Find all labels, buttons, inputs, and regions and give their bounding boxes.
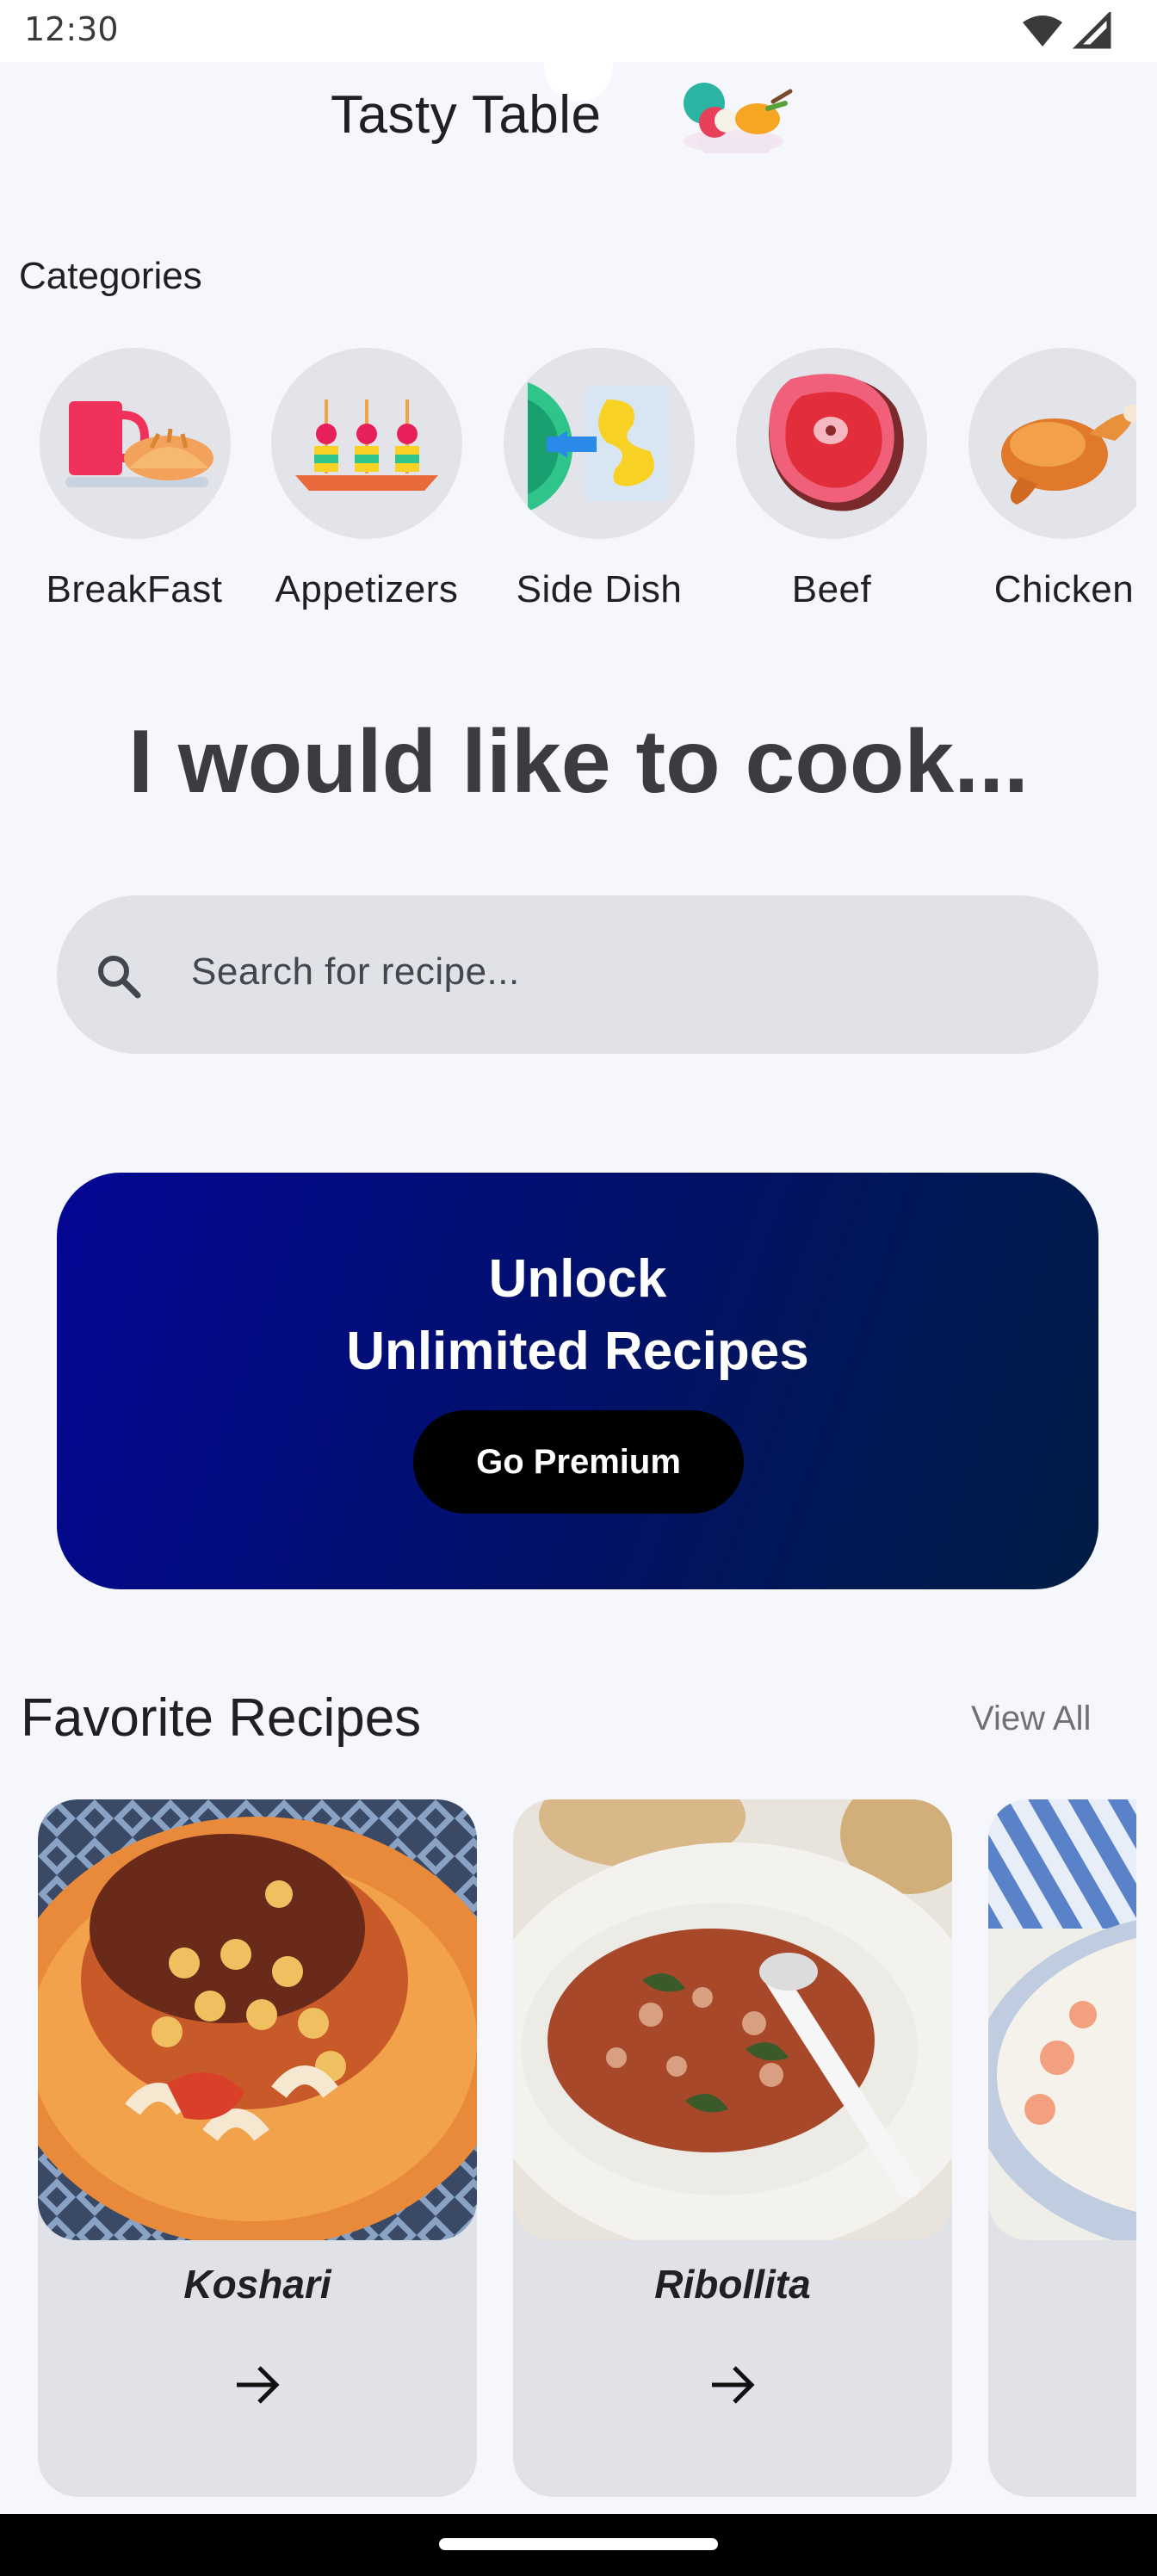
home-gesture-handle[interactable]	[439, 2538, 718, 2550]
category-label: Side Dish	[516, 568, 683, 610]
premium-title: Unlock Unlimited Recipes	[57, 1243, 1098, 1388]
go-premium-button[interactable]: Go Premium	[413, 1410, 744, 1514]
premium-line-1: Unlock	[488, 1249, 667, 1309]
recipe-image	[513, 1799, 952, 2240]
view-all-link[interactable]: View All	[971, 1700, 1091, 1738]
favorites-carousel[interactable]: Koshari Ribollita	[0, 1799, 1136, 2497]
chicken-icon	[968, 348, 1136, 539]
category-appetizers[interactable]: Appetizers	[246, 344, 487, 620]
category-label: Chicken	[993, 568, 1135, 610]
wifi-icon	[1023, 15, 1062, 46]
recipe-name: Ribollita	[654, 2262, 811, 2307]
arrow-right-icon[interactable]	[707, 2359, 758, 2411]
category-label: BreakFast	[46, 568, 223, 610]
search-input[interactable]	[191, 942, 1035, 1002]
status-time: 12:30	[24, 10, 119, 48]
side-dish-icon	[504, 348, 695, 539]
app-title: Tasty Table	[331, 85, 602, 145]
categories-carousel[interactable]: BreakFast Appetizers Side Dish Beef Chic…	[0, 344, 1136, 629]
recipe-image	[38, 1799, 477, 2240]
breakfast-icon	[40, 348, 231, 539]
appetizers-icon	[271, 348, 462, 539]
app-screen: 12:30 Tasty Table Categories BreakFast A…	[0, 0, 1157, 2576]
categories-label: Categories	[19, 255, 202, 297]
category-beef[interactable]: Beef	[711, 344, 952, 620]
recipe-image	[988, 1799, 1136, 2240]
category-chicken[interactable]: Chicken	[944, 344, 1136, 620]
search-bar[interactable]	[57, 895, 1098, 1054]
beef-icon	[736, 348, 927, 539]
app-logo-icon	[684, 83, 793, 153]
category-label: Appetizers	[275, 568, 459, 610]
signal-icons	[1023, 12, 1111, 49]
recipe-name: Koshari	[183, 2262, 331, 2307]
recipe-card-partial[interactable]	[988, 1799, 1136, 2497]
category-breakfast[interactable]: BreakFast	[14, 344, 255, 620]
favorites-title: Favorite Recipes	[21, 1688, 422, 1748]
category-label: Beef	[791, 568, 872, 610]
category-side-dish[interactable]: Side Dish	[479, 344, 720, 620]
premium-line-2: Unlimited Recipes	[346, 1322, 809, 1381]
recipe-card-koshari[interactable]: Koshari	[38, 1799, 477, 2497]
search-icon	[98, 956, 141, 999]
hero-heading: I would like to cook...	[128, 712, 1029, 812]
premium-banner: Unlock Unlimited Recipes Go Premium	[57, 1173, 1098, 1589]
arrow-right-icon[interactable]	[232, 2359, 283, 2411]
recipe-card-ribollita[interactable]: Ribollita	[513, 1799, 952, 2497]
